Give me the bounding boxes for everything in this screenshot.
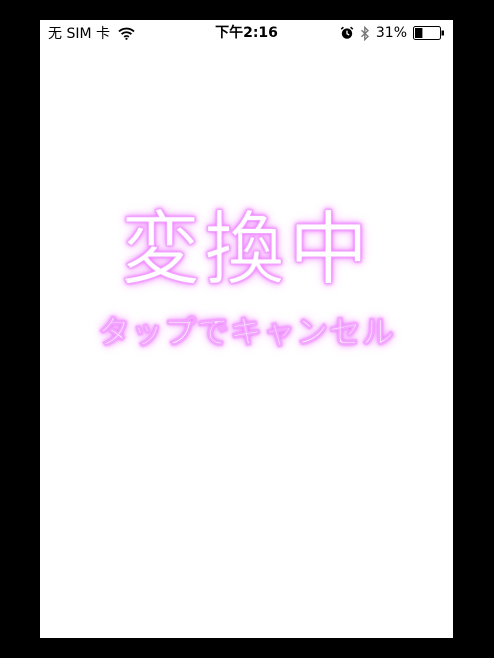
bluetooth-icon — [360, 25, 370, 41]
converting-overlay[interactable]: 変換中 タップでキャンセル — [40, 200, 453, 354]
battery-fill — [415, 28, 423, 38]
converting-title: 変換中 — [120, 203, 373, 297]
tap-to-cancel-hint[interactable]: タップでキャンセル — [40, 310, 453, 354]
status-bar: 无 SIM 卡 下午2:16 31% — [40, 20, 453, 46]
app-screen[interactable]: 无 SIM 卡 下午2:16 31% 変換中 タップでキャンセル — [40, 20, 453, 638]
battery-icon — [413, 26, 445, 40]
status-right: 31% — [340, 24, 445, 42]
battery-percent: 31% — [375, 25, 407, 41]
device-frame: 无 SIM 卡 下午2:16 31% 変換中 タップでキャンセル — [0, 0, 494, 658]
alarm-icon — [340, 26, 354, 40]
